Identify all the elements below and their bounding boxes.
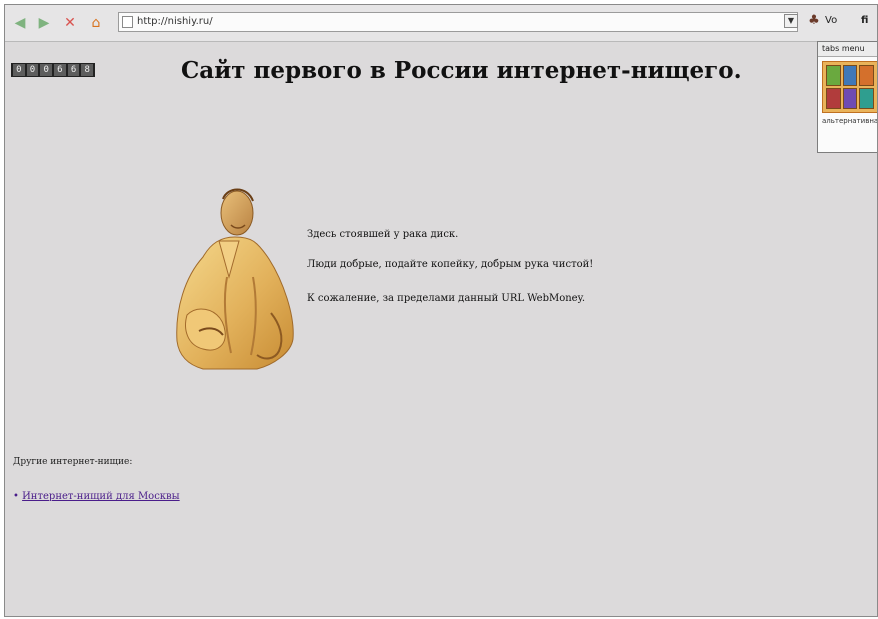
extension-icon[interactable]: ♣ <box>805 12 823 30</box>
popup-tile[interactable] <box>859 65 874 86</box>
popup-tile[interactable] <box>826 88 841 109</box>
popup-header: tabs menu <box>818 42 877 57</box>
page-line-2: Люди добрые, подайте копейку, добрым рук… <box>307 259 594 270</box>
visit-counter: 0 0 0 6 6 8 <box>11 63 95 77</box>
page-icon <box>122 16 133 28</box>
page-line-3: К сожаление, за пределами данный URL Web… <box>307 293 586 304</box>
counter-digit: 6 <box>54 64 66 76</box>
counter-digit: 0 <box>26 64 39 76</box>
popup-grid <box>822 61 877 113</box>
popup-tile[interactable] <box>842 65 858 86</box>
popup-tile[interactable] <box>826 65 841 86</box>
page-title: Сайт первого в России интернет-нищего. <box>181 57 742 84</box>
counter-digit: 0 <box>40 64 53 76</box>
beggar-portrait-image <box>165 159 305 373</box>
stop-icon[interactable]: ✕ <box>61 14 79 32</box>
popup-tile[interactable] <box>859 88 874 109</box>
counter-digit: 0 <box>13 64 25 76</box>
browser-toolbar: ◀ ▶ ✕ ⌂ http://nishiy.ru/ ▼ ♣ Vo fi <box>5 5 877 42</box>
footer-link-item: • Интернет-нищий для Москвы <box>13 491 180 502</box>
footer-text: Другие интернет-нищие: <box>13 457 133 467</box>
extension-popup[interactable]: tabs menu альтернативная... <box>817 41 878 153</box>
extension-label[interactable]: Vo <box>825 15 837 26</box>
bullet-icon: • <box>13 491 23 502</box>
page-line-1: Здесь стоявшей у рака диск. <box>307 229 459 240</box>
popup-footer: альтернативная... <box>822 117 878 125</box>
counter-digit: 8 <box>81 64 94 76</box>
address-bar[interactable]: http://nishiy.ru/ <box>118 12 798 32</box>
address-dropdown-button[interactable]: ▼ <box>784 14 798 28</box>
forward-arrow-icon[interactable]: ▶ <box>35 14 53 32</box>
home-icon[interactable]: ⌂ <box>87 14 105 32</box>
popup-tile[interactable] <box>842 88 858 109</box>
toolbar-tail-text: fi <box>861 15 869 26</box>
browser-window: ◀ ▶ ✕ ⌂ http://nishiy.ru/ ▼ ♣ Vo fi 0 0 … <box>4 4 878 617</box>
footer-link[interactable]: Интернет-нищий для Москвы <box>22 491 180 502</box>
address-text: http://nishiy.ru/ <box>137 16 213 27</box>
counter-digit: 6 <box>67 64 80 76</box>
back-arrow-icon[interactable]: ◀ <box>11 14 29 32</box>
